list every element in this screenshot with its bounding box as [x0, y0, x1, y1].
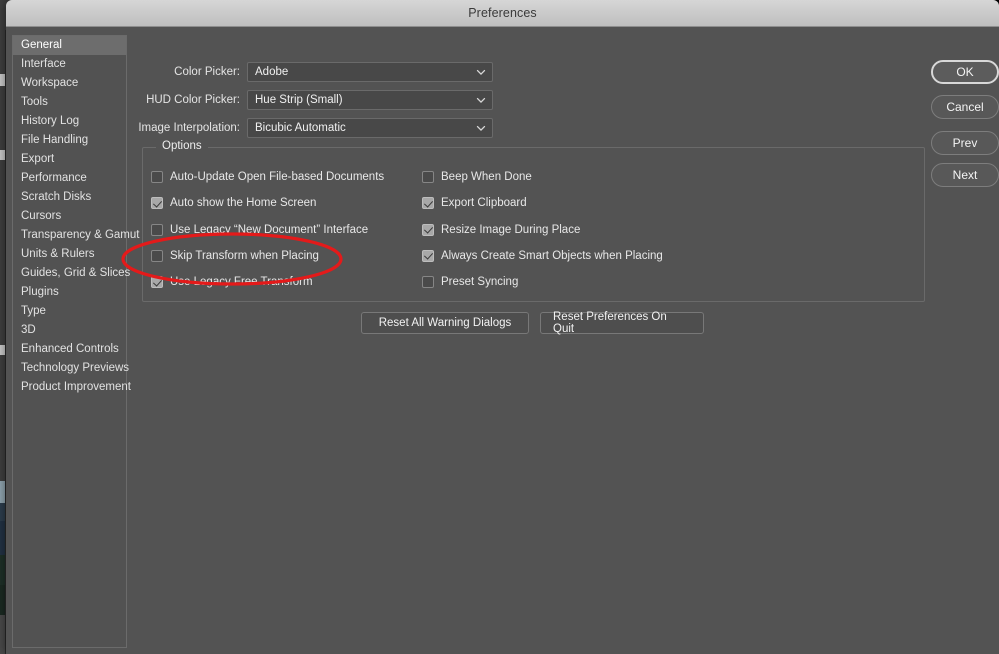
sidebar-item-label: Plugins [21, 286, 59, 298]
checkbox-label: Export Clipboard [441, 197, 527, 210]
hud-color-picker-select[interactable]: Hue Strip (Small) [247, 90, 493, 110]
field-row-image-interpolation: Image Interpolation: Bicubic Automatic [128, 118, 493, 138]
chevron-down-icon [476, 95, 486, 104]
sidebar-item-label: Scratch Disks [21, 191, 92, 203]
sidebar-item-workspace[interactable]: Workspace [13, 74, 126, 93]
sidebar-item-label: Cursors [21, 210, 62, 222]
sidebar-item-label: Performance [21, 172, 87, 184]
checkbox-label: Preset Syncing [441, 276, 519, 289]
sidebar-item-label: Type [21, 305, 46, 317]
checkbox-checked-icon[interactable] [422, 223, 434, 236]
sidebar-item-label: General [21, 39, 62, 51]
dialog-body: General Interface Workspace Tools History Lo… [6, 28, 999, 654]
checkbox-checked-icon[interactable] [151, 276, 163, 289]
field-row-hud-color-picker: HUD Color Picker: Hue Strip (Small) [128, 90, 493, 110]
preferences-dialog: Preferences General Interface Workspace Too… [6, 0, 999, 654]
prev-button[interactable]: Prev [931, 131, 999, 155]
sidebar-item-guides-grid-slices[interactable]: Guides, Grid & Slices [13, 264, 130, 283]
checkbox-always-create-smart-objects-when-placing[interactable]: Always Create Smart Objects when Placing [422, 249, 663, 262]
reset-preferences-on-quit-button[interactable]: Reset Preferences On Quit [540, 311, 704, 335]
checkbox-auto-update-open-file-based-documents[interactable]: Auto-Update Open File-based Documents [151, 171, 384, 183]
sidebar-item-enhanced-controls[interactable]: Enhanced Controls [13, 340, 126, 359]
sidebar-item-export[interactable]: Export [13, 150, 126, 169]
label-hud-color-picker: HUD Color Picker: [146, 94, 240, 106]
image-interpolation-value: Bicubic Automatic [255, 122, 346, 134]
sidebar-item-label: 3D [21, 324, 36, 336]
sidebar-item-scratch-disks[interactable]: Scratch Disks [13, 188, 126, 207]
options-groupbox-legend: Options [156, 140, 208, 152]
ok-button[interactable]: OK [931, 60, 999, 84]
checkbox-skip-transform-when-placing[interactable]: Skip Transform when Placing [151, 249, 319, 262]
checkbox-unchecked-icon[interactable] [422, 276, 434, 289]
sidebar-item-history-log[interactable]: History Log [13, 112, 126, 131]
checkbox-auto-show-the-home-screen[interactable]: Auto show the Home Screen [151, 197, 317, 210]
sidebar-item-technology-previews[interactable]: Technology Previews [13, 359, 130, 378]
image-interpolation-select[interactable]: Bicubic Automatic [247, 118, 493, 138]
sidebar-item-label: Technology Previews [21, 362, 130, 374]
field-row-color-picker: Color Picker: Adobe [128, 62, 493, 82]
checkbox-unchecked-icon[interactable] [151, 171, 163, 183]
checkbox-use-legacy-new-document-interface[interactable]: Use Legacy “New Document” Interface [151, 223, 369, 236]
sidebar-item-plugins[interactable]: Plugins [13, 283, 126, 302]
sidebar-item-performance[interactable]: Performance [13, 169, 126, 188]
screen: Preferences General Interface Workspace Too… [0, 0, 999, 654]
sidebar-item-label: Tools [21, 96, 48, 108]
checkbox-label: Auto show the Home Screen [170, 197, 317, 210]
checkbox-unchecked-icon[interactable] [151, 223, 163, 236]
sidebar-item-label: Export [21, 153, 55, 165]
color-picker-value: Adobe [255, 66, 289, 78]
label-color-picker: Color Picker: [174, 66, 240, 78]
titlebar[interactable]: Preferences [6, 0, 999, 27]
sidebar-item-type[interactable]: Type [13, 302, 126, 321]
sidebar-item-label: Guides, Grid & Slices [21, 267, 131, 279]
checkbox-checked-icon[interactable] [422, 197, 434, 210]
checkbox-label: Use Legacy “New Document” Interface [170, 223, 369, 236]
sidebar-item-label: Transparency & Gamut [21, 229, 140, 241]
hud-color-picker-value: Hue Strip (Small) [255, 94, 343, 106]
chevron-down-icon [476, 67, 486, 76]
checkbox-label: Always Create Smart Objects when Placing [441, 249, 663, 262]
sidebar-item-label: File Handling [21, 134, 89, 146]
sidebar-item-cursors[interactable]: Cursors [13, 207, 126, 226]
sidebar-item-general[interactable]: General [13, 36, 126, 55]
color-picker-select[interactable]: Adobe [247, 62, 493, 82]
next-button[interactable]: Next [931, 163, 999, 187]
sidebar-item-label: Units & Rulers [21, 248, 95, 260]
sidebar-item-label: Enhanced Controls [21, 343, 119, 355]
window-title: Preferences [468, 6, 537, 20]
reset-all-warning-dialogs-button[interactable]: Reset All Warning Dialogs [361, 312, 529, 334]
sidebar-item-interface[interactable]: Interface [13, 55, 126, 74]
checkbox-label: Skip Transform when Placing [170, 249, 319, 262]
sidebar-item-label: Product Improvement [21, 381, 131, 393]
preferences-category-list[interactable]: General Interface Workspace Tools History Lo… [12, 35, 139, 648]
sidebar-item-3d[interactable]: 3D [13, 321, 126, 340]
sidebar-item-tools[interactable]: Tools [13, 93, 126, 112]
checkbox-preset-syncing[interactable]: Preset Syncing [422, 276, 519, 289]
sidebar-item-product-improvement[interactable]: Product Improvement [13, 378, 131, 397]
sidebar-item-file-handling[interactable]: File Handling [13, 131, 126, 150]
checkbox-label: Auto-Update Open File-based Documents [170, 171, 385, 183]
sidebar-item-units-rulers[interactable]: Units & Rulers [13, 245, 126, 264]
checkbox-export-clipboard[interactable]: Export Clipboard [422, 197, 527, 210]
checkbox-label: Resize Image During Place [441, 223, 581, 236]
sidebar-item-label: Interface [21, 58, 66, 70]
cancel-button[interactable]: Cancel [931, 95, 999, 119]
sidebar-item-label: History Log [21, 115, 80, 127]
checkbox-checked-icon[interactable] [151, 197, 163, 210]
checkbox-beep-when-done[interactable]: Beep When Done [422, 171, 532, 183]
sidebar-item-label: Workspace [21, 77, 79, 89]
checkbox-checked-icon[interactable] [422, 249, 434, 262]
checkbox-resize-image-during-place[interactable]: Resize Image During Place [422, 223, 581, 236]
label-image-interpolation: Image Interpolation: [138, 122, 240, 134]
sidebar-item-transparency-gamut[interactable]: Transparency & Gamut [13, 226, 139, 245]
checkbox-unchecked-icon[interactable] [151, 249, 163, 262]
checkbox-unchecked-icon[interactable] [422, 171, 434, 183]
checkbox-label: Use Legacy Free Transform [170, 276, 313, 289]
checkbox-label: Beep When Done [441, 171, 532, 183]
chevron-down-icon [476, 123, 486, 132]
checkbox-use-legacy-free-transform[interactable]: Use Legacy Free Transform [151, 276, 313, 289]
